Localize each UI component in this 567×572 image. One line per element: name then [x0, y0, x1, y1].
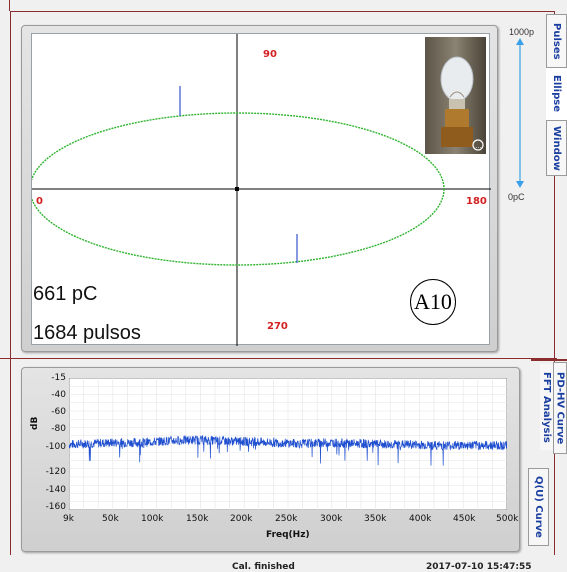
charge-value: 661 pC [33, 283, 98, 305]
tab-fft-analysis-label: FFT Analysis [541, 371, 552, 443]
x-tick: 300k [320, 514, 343, 524]
angle-label-0: 0 [36, 196, 43, 207]
y-tick: -160 [45, 502, 66, 512]
panel-splitter[interactable] [0, 358, 557, 359]
light-bulb-icon: ... [440, 56, 484, 151]
x-tick: 100k [141, 514, 164, 524]
angle-label-180: 180 [466, 196, 487, 207]
status-timestamp: 2017-07-10 15:47:55 [426, 562, 532, 572]
origin-marker [235, 187, 239, 191]
object-badge-label: A10 [414, 289, 452, 314]
scale-min-label: 0pC [508, 192, 525, 202]
scale-max-label: 1000p [509, 27, 535, 37]
svg-text:...: ... [476, 143, 482, 150]
fft-chart [69, 378, 507, 510]
light-bulb-image: ... [425, 37, 486, 154]
x-tick: 250k [275, 514, 298, 524]
x-tick: 200k [230, 514, 253, 524]
frame-corner [0, 0, 10, 11]
object-badge: A10 [410, 279, 456, 325]
tab-pulses[interactable]: Pulses [546, 14, 567, 68]
y-tick: -40 [51, 390, 66, 400]
angle-label-270: 270 [267, 321, 288, 332]
tab-ellipse[interactable]: Ellipse [546, 68, 567, 120]
y-axis-title: dB [30, 416, 40, 430]
angle-label-90: 90 [263, 49, 277, 60]
scale-arrow-icon[interactable] [514, 38, 526, 188]
status-message: Cal. finished [232, 562, 295, 572]
pulse-count: 1684 pulsos [33, 322, 141, 344]
tab-pulses-label: Pulses [551, 22, 562, 60]
x-tick: 350k [364, 514, 387, 524]
y-tick: -60 [51, 407, 66, 417]
tab-qu-curve-label: Q(U) Curve [533, 476, 544, 538]
x-tick: 500k [496, 514, 519, 524]
tab-ellipse-label: Ellipse [551, 75, 562, 113]
tab-strip-edge [531, 359, 567, 361]
y-tick: -15 [51, 373, 66, 383]
tab-window-label: Window [551, 125, 562, 171]
tab-pd-hv-curve[interactable]: PD-HV Curve [553, 362, 567, 454]
tab-fft-analysis[interactable]: FFT Analysis [540, 364, 553, 450]
x-tick: 450k [453, 514, 476, 524]
y-tick: -100 [45, 442, 66, 452]
x-tick: 9k [63, 514, 74, 524]
tab-window[interactable]: Window [546, 120, 567, 176]
tab-qu-curve[interactable]: Q(U) Curve [528, 468, 549, 546]
x-axis-title: Freq(Hz) [266, 530, 310, 540]
x-tick: 50k [102, 514, 119, 524]
x-tick: 400k [409, 514, 432, 524]
y-tick: -140 [45, 485, 66, 495]
y-tick: -80 [51, 424, 66, 434]
x-tick: 150k [186, 514, 209, 524]
y-tick: -120 [45, 467, 66, 477]
tab-pd-hv-curve-label: PD-HV Curve [554, 371, 566, 445]
